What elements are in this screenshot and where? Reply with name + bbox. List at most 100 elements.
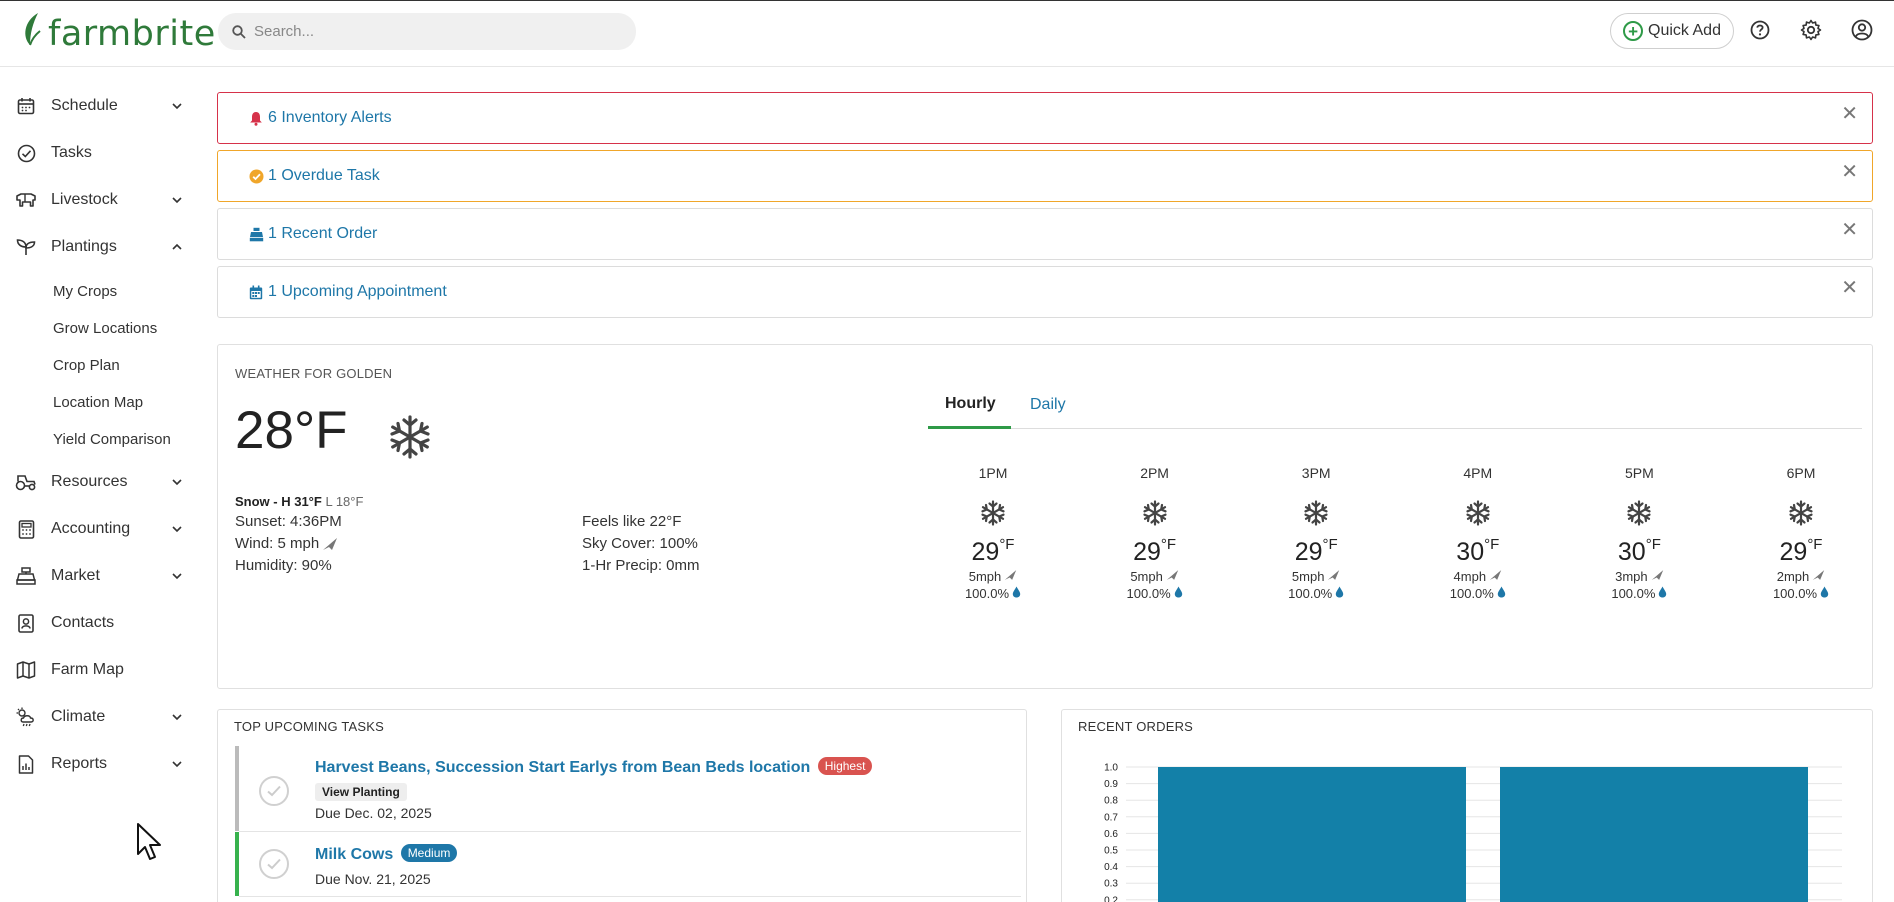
sidebar-subitem-grow-locations[interactable]: Grow Locations (53, 320, 157, 337)
overdue-task-banner[interactable]: 1 Overdue Task ✕ (217, 150, 1873, 202)
sidebar-item-livestock[interactable]: Livestock (14, 185, 184, 215)
sidebar-item-market[interactable]: Market (14, 561, 184, 591)
calendar-icon (14, 94, 38, 118)
forecast-temperature: 29°F (971, 536, 1015, 566)
plus-circle-icon: + (1623, 21, 1644, 41)
farmbrite-logo[interactable]: farmbrite (20, 9, 216, 59)
order-bar[interactable] (1500, 767, 1808, 902)
hourly-forecast-column: 1PM 29°F 5mph 100.0% (938, 465, 1048, 601)
complete-task-icon[interactable] (259, 849, 289, 879)
bell-icon (248, 110, 264, 126)
calendar-icon (248, 284, 264, 300)
alert-label[interactable]: 1 Overdue Task (268, 167, 380, 185)
tractor-icon (14, 470, 38, 494)
alert-label[interactable]: 1 Upcoming Appointment (268, 283, 447, 301)
sidebar-item-contacts[interactable]: Contacts (14, 608, 184, 638)
hourly-forecast-column: 2PM 29°F 5mph 100.0% (1100, 465, 1210, 601)
gear-icon[interactable] (1799, 18, 1823, 42)
forecast-temperature: 30°F (1456, 536, 1500, 566)
sidebar-item-plantings[interactable]: Plantings (14, 232, 184, 262)
forecast-hour: 1PM (978, 465, 1008, 481)
sidebar-subitem-crop-plan[interactable]: Crop Plan (53, 357, 120, 374)
close-icon[interactable]: ✕ (1841, 217, 1858, 242)
sidebar-item-climate[interactable]: Climate (14, 702, 184, 732)
forecast-temperature: 29°F (1133, 536, 1177, 566)
humidity: Humidity: 90% (235, 557, 332, 574)
quick-add-button[interactable]: + Quick Add (1610, 13, 1734, 49)
tab-daily[interactable]: Daily (1030, 396, 1066, 414)
hourly-forecast-column: 3PM 29°F 5mph 100.0% (1261, 465, 1371, 601)
contact-card-icon (14, 611, 38, 635)
wind-direction-icon (1651, 569, 1664, 584)
y-tick-label: 0.6 (1104, 829, 1118, 840)
view-planting-button[interactable]: View Planting (315, 783, 407, 801)
sky-cover: Sky Cover: 100% (582, 535, 698, 552)
close-icon[interactable]: ✕ (1841, 159, 1858, 184)
forecast-precip: 100.0% (1746, 586, 1856, 601)
sidebar-item-label: Farm Map (51, 661, 124, 678)
raindrop-icon (1497, 586, 1506, 601)
sidebar-item-farm-map[interactable]: Farm Map (14, 655, 184, 685)
search-bar[interactable] (218, 13, 636, 50)
raindrop-icon (1335, 586, 1344, 601)
sidebar-item-label: Reports (51, 755, 108, 772)
report-icon (14, 752, 38, 776)
logo-text: farmbrite (48, 14, 216, 54)
chevron-down-icon (172, 761, 182, 768)
tab-hourly[interactable]: Hourly (945, 395, 996, 413)
current-temperature: 28°F (235, 401, 348, 460)
mouse-cursor-icon (137, 823, 161, 860)
sidebar-item-schedule[interactable]: Schedule (14, 91, 184, 121)
forecast-wind: 4mph (1423, 569, 1533, 584)
help-icon[interactable] (1748, 18, 1772, 42)
alert-label[interactable]: 1 Recent Order (268, 225, 377, 243)
snowflake-icon (938, 500, 1048, 528)
y-tick-label: 0.8 (1104, 796, 1118, 807)
task-row[interactable]: Harvest Beans, Succession Start Earlys f… (235, 746, 1021, 831)
cash-register-icon (14, 564, 38, 588)
wind-direction-icon (1327, 569, 1340, 584)
wind-direction-icon (323, 537, 338, 550)
forecast-wind: 5mph (1100, 569, 1210, 584)
tabs-divider (928, 428, 1862, 429)
feels-like: Feels like 22°F (582, 513, 682, 530)
sidebar-subitem-yield-comparison[interactable]: Yield Comparison (53, 431, 171, 448)
chevron-down-icon (172, 714, 182, 721)
chevron-down-icon (172, 479, 182, 486)
user-account-icon[interactable] (1850, 18, 1874, 42)
forecast-temperature: 30°F (1617, 536, 1661, 566)
close-icon[interactable]: ✕ (1841, 275, 1858, 300)
wind-direction-icon (1004, 569, 1017, 584)
check-circle-icon (14, 141, 38, 165)
inventory-alerts-banner[interactable]: 6 Inventory Alerts ✕ (217, 92, 1873, 144)
sidebar-item-label: Resources (51, 473, 128, 490)
task-title[interactable]: Milk Cows (315, 846, 393, 863)
sidebar-subitem-my-crops[interactable]: My Crops (53, 283, 117, 300)
sidebar-item-resources[interactable]: Resources (14, 467, 184, 497)
sidebar: Schedule Tasks Livestock Plantings My Cr… (0, 67, 200, 902)
cash-register-icon (248, 226, 264, 242)
close-icon[interactable]: ✕ (1841, 101, 1858, 126)
sunset-time: Sunset: 4:36PM (235, 513, 342, 530)
recent-orders-panel: RECENT ORDERS 1.0 0.9 0.8 0.7 0.6 0.5 0.4 0.3 0.… (1061, 709, 1873, 902)
sidebar-item-reports[interactable]: Reports (14, 749, 184, 779)
orders-chart: 1.0 0.9 0.8 0.7 0.6 0.5 0.4 0.3 0.2 (1062, 710, 1872, 902)
complete-task-icon[interactable] (259, 776, 289, 806)
forecast-wind: 5mph (1261, 569, 1371, 584)
forecast-hour: 2PM (1140, 465, 1169, 481)
sidebar-item-tasks[interactable]: Tasks (14, 138, 184, 168)
search-input[interactable] (254, 23, 614, 40)
hourly-forecast-column: 6PM 29°F 2mph 100.0% (1746, 465, 1856, 601)
quick-add-label: Quick Add (1648, 22, 1721, 39)
sidebar-item-accounting[interactable]: Accounting (14, 514, 184, 544)
alert-label[interactable]: 6 Inventory Alerts (268, 109, 392, 127)
task-title[interactable]: Harvest Beans, Succession Start Earlys f… (315, 759, 810, 776)
wind-speed: Wind: 5 mph (235, 535, 320, 552)
upcoming-tasks-panel: TOP UPCOMING TASKS Harvest Beans, Succes… (217, 709, 1027, 902)
recent-order-banner[interactable]: 1 Recent Order ✕ (217, 208, 1873, 260)
task-divider (239, 896, 1021, 897)
task-row[interactable]: Milk Cows Medium Due Nov. 21, 2025 (235, 832, 1021, 896)
order-bar[interactable] (1158, 767, 1466, 902)
sidebar-subitem-location-map[interactable]: Location Map (53, 394, 143, 411)
upcoming-appointment-banner[interactable]: 1 Upcoming Appointment ✕ (217, 266, 1873, 318)
